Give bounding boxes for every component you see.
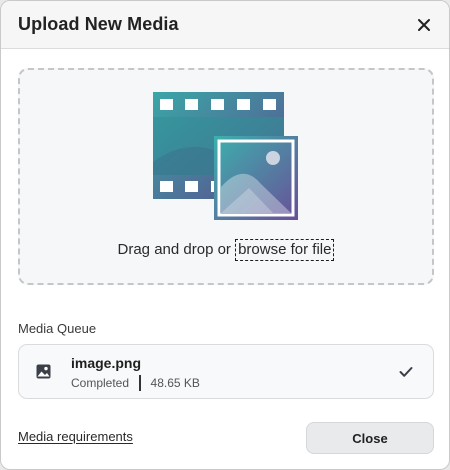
browse-for-file-link[interactable]: browse for file bbox=[235, 239, 335, 261]
check-icon bbox=[399, 365, 413, 377]
drop-text-prefix: Drag and drop or bbox=[117, 241, 236, 258]
upload-status: Completed bbox=[71, 376, 130, 390]
image-icon bbox=[36, 364, 51, 379]
meta-divider bbox=[139, 375, 141, 391]
media-requirements-link[interactable]: Media requirements bbox=[18, 429, 133, 444]
film-and-image-icon bbox=[153, 92, 303, 224]
drop-zone[interactable]: Drag and drop or browse for file bbox=[18, 68, 434, 285]
file-size: 48.65 KB bbox=[150, 376, 200, 390]
drop-instructions: Drag and drop or browse for file bbox=[20, 239, 432, 261]
file-meta: Completed 48.65 KB bbox=[71, 375, 200, 391]
dialog-header: Upload New Media bbox=[1, 1, 449, 49]
dialog-title: Upload New Media bbox=[18, 14, 179, 34]
queue-item: image.png Completed 48.65 KB bbox=[18, 344, 434, 399]
upload-media-dialog: Upload New Media Drag and drop or browse… bbox=[0, 0, 450, 470]
close-icon[interactable] bbox=[413, 14, 435, 36]
file-name: image.png bbox=[71, 355, 142, 371]
media-queue-label: Media Queue bbox=[18, 321, 97, 336]
close-button[interactable]: Close bbox=[306, 422, 434, 454]
